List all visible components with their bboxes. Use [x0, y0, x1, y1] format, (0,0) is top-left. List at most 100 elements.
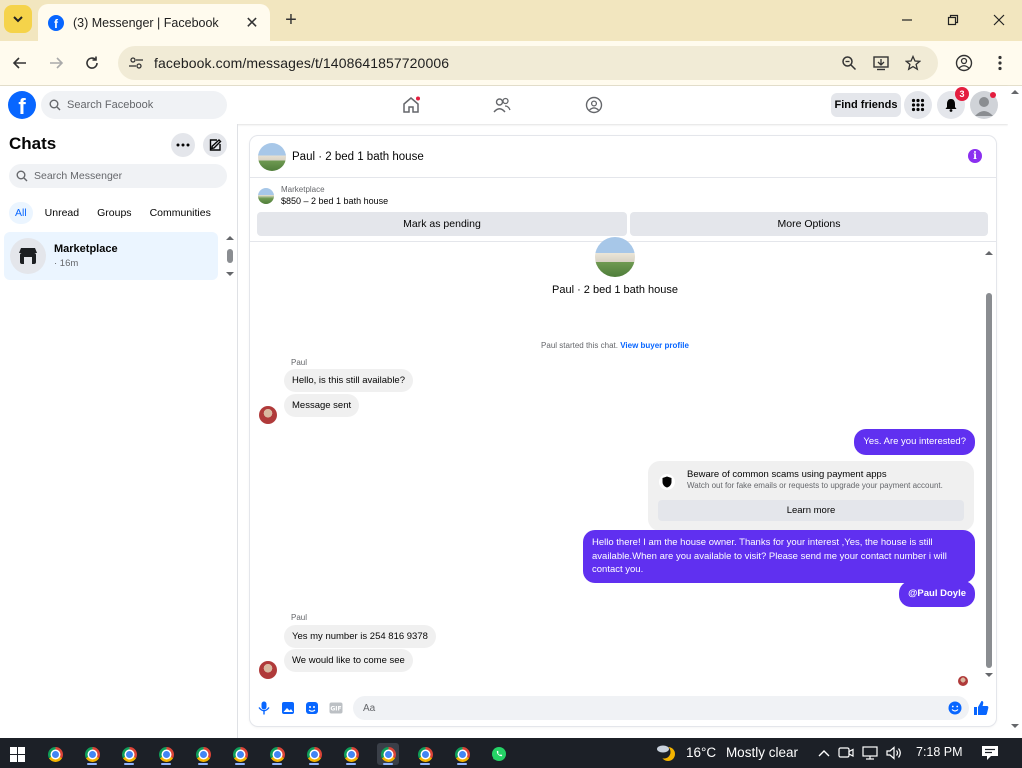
- minimize-button[interactable]: [897, 10, 917, 30]
- chrome-icon: [121, 746, 137, 762]
- filter-groups[interactable]: Groups: [91, 202, 137, 224]
- facebook-logo-icon[interactable]: f: [8, 91, 36, 119]
- chat-filters: All Unread Groups Communities: [9, 202, 223, 224]
- restore-button[interactable]: [943, 10, 963, 30]
- taskbar-chrome-4[interactable]: [155, 743, 177, 765]
- bookmark-star-icon[interactable]: [904, 54, 922, 72]
- view-buyer-profile-link[interactable]: View buyer profile: [620, 341, 689, 350]
- close-window-button[interactable]: [989, 10, 1009, 30]
- facebook-search-input[interactable]: Search Facebook: [41, 91, 227, 119]
- notification-count-badge: 3: [955, 87, 969, 101]
- reload-button[interactable]: [80, 51, 104, 75]
- learn-more-button[interactable]: Learn more: [658, 500, 964, 521]
- chat-list-item-marketplace[interactable]: Marketplace · 16m: [4, 232, 218, 280]
- taskbar-chrome-2[interactable]: [81, 743, 103, 765]
- find-friends-button[interactable]: Find friends: [831, 93, 901, 117]
- new-tab-button[interactable]: +: [279, 8, 303, 32]
- taskbar-chrome-1[interactable]: [44, 743, 66, 765]
- weather-text[interactable]: 16°C Mostly clear: [686, 745, 798, 760]
- chrome-icon: [269, 746, 285, 762]
- home-nav-button[interactable]: [401, 95, 421, 115]
- tab-search-button[interactable]: [4, 5, 32, 33]
- restore-icon: [947, 14, 959, 26]
- back-button[interactable]: [8, 51, 32, 75]
- taskbar-clock[interactable]: 7:18 PM: [916, 745, 963, 759]
- conversation-info-icon[interactable]: i: [968, 149, 982, 163]
- chrome-icon: [306, 746, 322, 762]
- weather-icon[interactable]: [654, 743, 680, 763]
- messenger-search-input[interactable]: Search Messenger: [9, 164, 227, 188]
- marketplace-avatar: [10, 238, 46, 274]
- address-bar[interactable]: facebook.com/messages/t/1408641857720006: [118, 46, 938, 80]
- friends-nav-button[interactable]: [492, 95, 512, 115]
- volume-icon[interactable]: [886, 746, 902, 760]
- page-scrollbar[interactable]: [1008, 86, 1022, 738]
- photo-icon[interactable]: [280, 700, 296, 716]
- gif-icon[interactable]: GIF: [328, 700, 344, 716]
- taskbar-chrome-9[interactable]: [340, 743, 362, 765]
- site-settings-icon[interactable]: [128, 55, 144, 71]
- account-avatar-button[interactable]: [970, 91, 998, 119]
- taskbar-chrome-5[interactable]: [192, 743, 214, 765]
- taskbar-chrome-active[interactable]: [377, 743, 399, 765]
- taskbar-chrome-8[interactable]: [303, 743, 325, 765]
- forward-button[interactable]: [44, 51, 68, 75]
- menu-grid-button[interactable]: [904, 91, 932, 119]
- tab-close-icon[interactable]: ✕: [244, 13, 260, 33]
- filter-unread[interactable]: Unread: [39, 202, 85, 224]
- filter-communities[interactable]: Communities: [144, 202, 217, 224]
- thread-scrollbar[interactable]: [983, 243, 995, 688]
- taskbar-whatsapp[interactable]: [488, 743, 510, 765]
- action-center-icon[interactable]: [981, 745, 999, 761]
- search-icon: [49, 99, 61, 111]
- chrome-icon: [158, 746, 174, 762]
- paul-avatar[interactable]: [259, 661, 277, 679]
- zoom-icon[interactable]: [840, 54, 858, 72]
- taskbar-chrome-11[interactable]: [414, 743, 436, 765]
- show-hidden-icons-button[interactable]: [816, 746, 832, 760]
- conversation-title[interactable]: Paul · 2 bed 1 bath house: [292, 151, 424, 163]
- sticker-icon[interactable]: [304, 700, 320, 716]
- taskbar-chrome-7[interactable]: [266, 743, 288, 765]
- close-icon: [993, 14, 1005, 26]
- network-icon[interactable]: [862, 746, 878, 760]
- more-options-button[interactable]: More Options: [630, 212, 988, 236]
- incoming-message[interactable]: We would like to come see: [284, 649, 413, 672]
- taskbar-chrome-6[interactable]: [229, 743, 251, 765]
- chats-options-button[interactable]: [171, 133, 195, 157]
- facebook-search-placeholder: Search Facebook: [67, 99, 154, 111]
- emoji-icon[interactable]: [947, 700, 963, 716]
- microphone-icon[interactable]: [256, 700, 272, 716]
- message-input[interactable]: Aa: [353, 696, 969, 720]
- message-composer: GIF Aa: [250, 690, 996, 726]
- browser-tab-messenger[interactable]: f (3) Messenger | Facebook ✕: [38, 4, 270, 41]
- browser-menu-button[interactable]: [988, 51, 1012, 75]
- sidebar-scrollbar[interactable]: [224, 234, 236, 278]
- incoming-message[interactable]: Yes my number is 254 816 9378: [284, 625, 436, 648]
- outgoing-message[interactable]: Yes. Are you interested?: [854, 429, 975, 455]
- listing-avatar[interactable]: [258, 142, 286, 171]
- chats-sidebar: Chats Search Messenger All Unread Groups…: [0, 124, 238, 738]
- install-app-icon[interactable]: [872, 54, 890, 72]
- taskbar-chrome-3[interactable]: [118, 743, 140, 765]
- incoming-message[interactable]: Hello, is this still available?: [284, 369, 413, 392]
- taskbar-chrome-12[interactable]: [451, 743, 473, 765]
- thumbs-up-icon[interactable]: [973, 700, 989, 716]
- new-message-button[interactable]: [203, 133, 227, 157]
- incoming-message[interactable]: Message sent: [284, 394, 360, 417]
- weather-condition: Mostly clear: [725, 745, 798, 760]
- groups-nav-button[interactable]: [584, 95, 604, 115]
- mention-message[interactable]: @Paul Doyle: [899, 581, 975, 607]
- start-button[interactable]: [6, 743, 28, 765]
- filter-all[interactable]: All: [9, 202, 33, 224]
- svg-text:GIF: GIF: [330, 706, 341, 713]
- outgoing-message[interactable]: Hello there! I am the house owner. Thank…: [583, 530, 975, 583]
- mark-as-pending-button[interactable]: Mark as pending: [257, 212, 627, 236]
- more-horizontal-icon: [176, 143, 190, 147]
- listing-price-title[interactable]: $850 – 2 bed 1 bath house: [281, 196, 388, 206]
- meet-now-icon[interactable]: [838, 746, 854, 760]
- paul-avatar[interactable]: [259, 406, 277, 424]
- arrow-right-icon: [50, 57, 64, 69]
- profile-button[interactable]: [952, 51, 976, 75]
- chrome-icon: [232, 746, 248, 762]
